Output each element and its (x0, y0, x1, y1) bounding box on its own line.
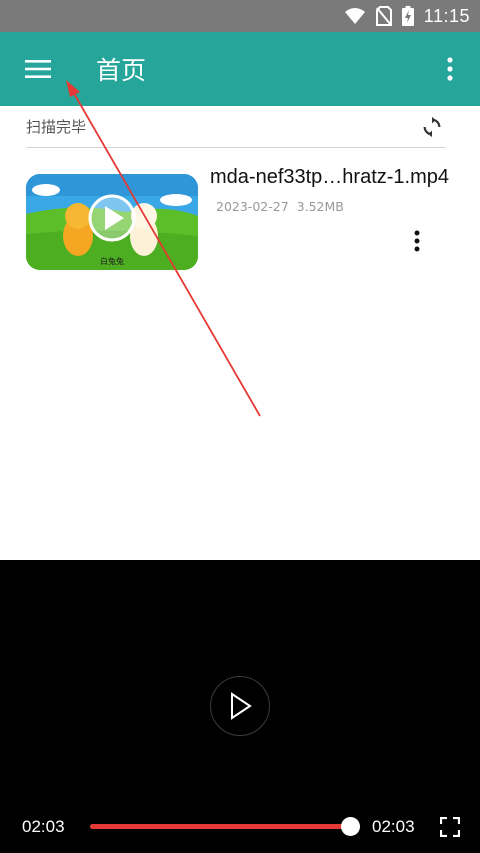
page-title: 首页 (96, 56, 147, 85)
battery-charging-icon (401, 6, 414, 26)
video-thumbnail[interactable]: 白兔兔 (26, 174, 198, 270)
total-time: 02:03 (372, 817, 415, 836)
status-bar: 11:15 (0, 0, 480, 32)
more-vert-icon (414, 230, 420, 252)
current-time: 02:03 (22, 817, 65, 836)
video-list-item[interactable]: 白兔兔 mda-nef33tp…hratz-1.mp4 2023-02-27 3… (26, 166, 470, 276)
status-time: 11:15 (423, 5, 470, 26)
seek-bar-thumb[interactable] (341, 817, 360, 836)
scan-status-row: 扫描完毕 (26, 106, 446, 148)
play-icon (231, 692, 252, 720)
refresh-button[interactable] (418, 113, 446, 141)
fullscreen-button[interactable] (437, 814, 463, 840)
play-button[interactable] (210, 676, 270, 736)
no-sim-icon (375, 6, 392, 26)
video-meta: 2023-02-27 3.52MB (216, 199, 344, 214)
item-more-button[interactable] (404, 224, 430, 258)
menu-button[interactable] (0, 32, 76, 106)
video-player[interactable]: 02:03 02:03 (0, 560, 480, 853)
overflow-menu-button[interactable] (420, 32, 480, 106)
video-date: 2023-02-27 (216, 199, 289, 214)
fullscreen-icon (440, 817, 460, 837)
seek-bar[interactable] (90, 817, 360, 836)
more-vert-icon (447, 57, 453, 81)
video-size: 3.52MB (296, 199, 344, 214)
wifi-icon (344, 8, 365, 24)
video-file-name: mda-nef33tp…hratz-1.mp4 (210, 166, 450, 188)
refresh-icon (423, 116, 441, 137)
menu-icon (25, 60, 51, 78)
app-bar: 首页 (0, 32, 480, 106)
seek-bar-fill (90, 824, 350, 829)
scan-status-text: 扫描完毕 (26, 118, 87, 136)
thumbnail-caption: 白兔兔 (100, 257, 124, 266)
